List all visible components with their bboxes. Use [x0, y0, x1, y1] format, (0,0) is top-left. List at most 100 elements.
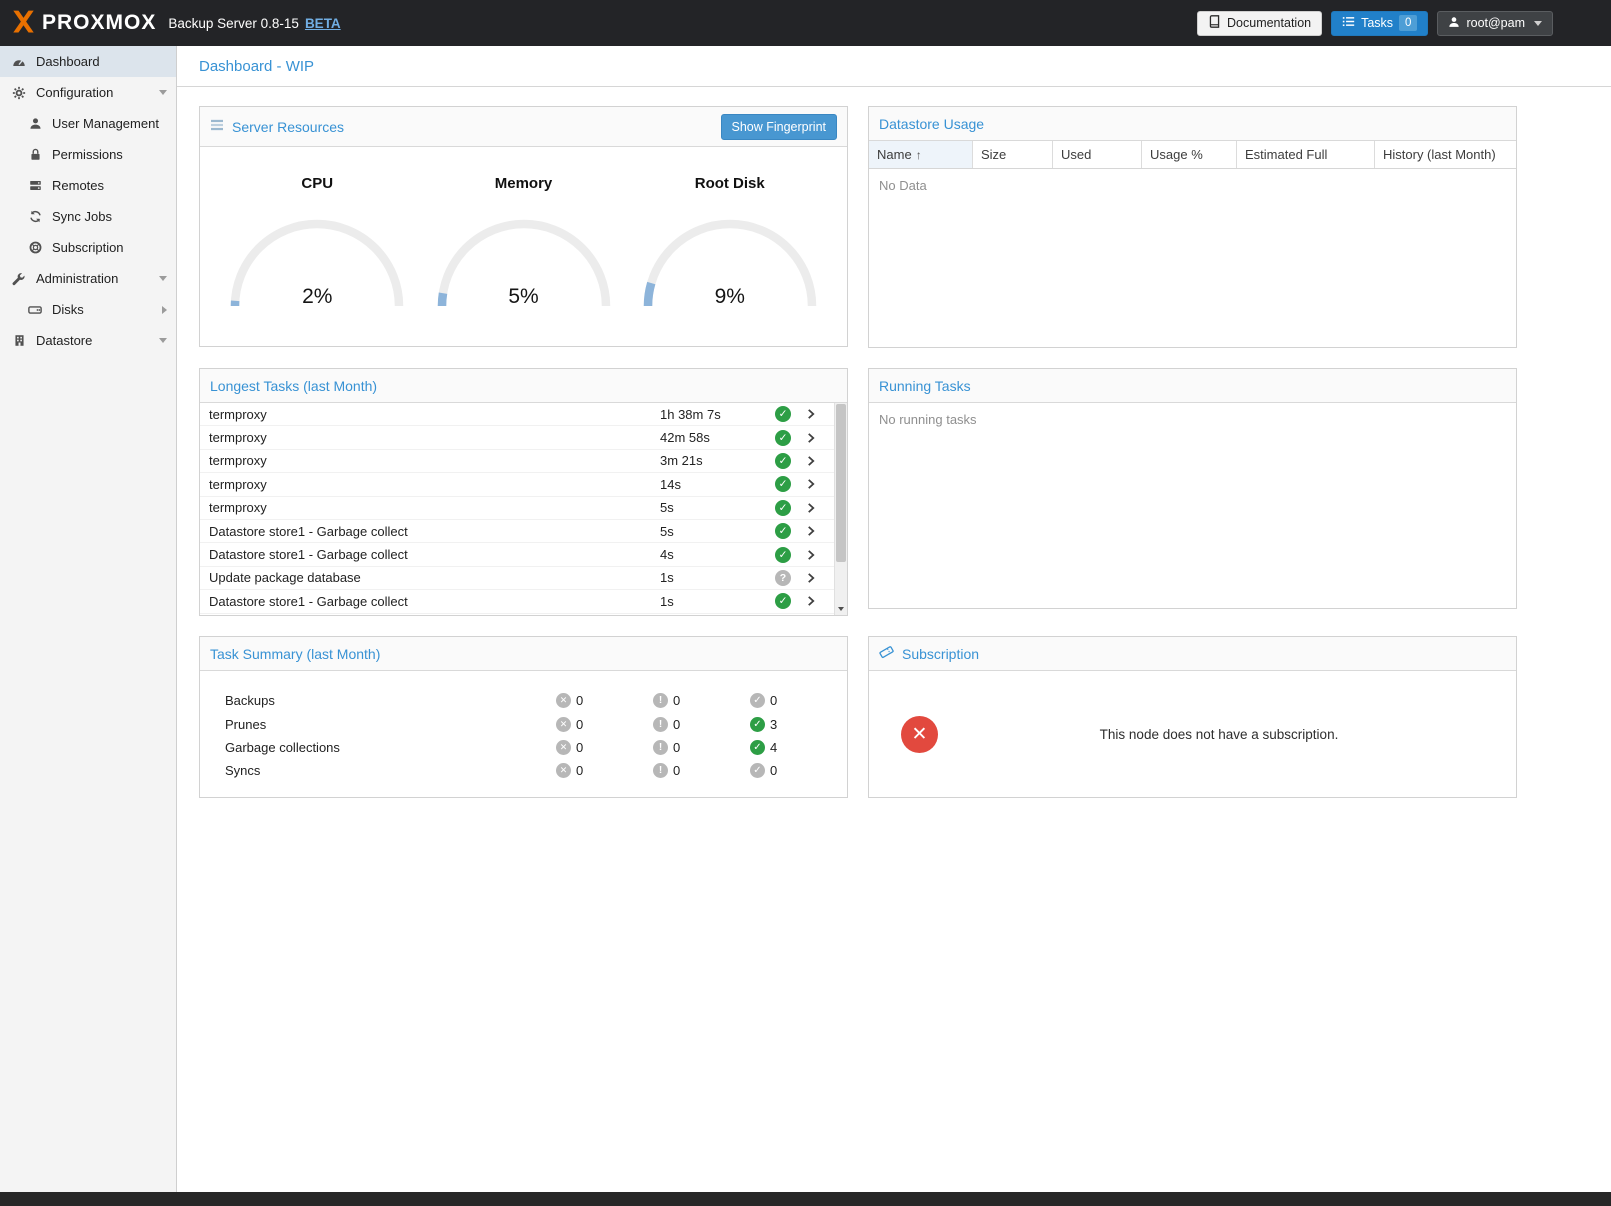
- ok-count: 3: [770, 717, 777, 732]
- task-name: Datastore store1 - Garbage collect: [209, 547, 660, 562]
- sidebar-item-label: Dashboard: [36, 54, 100, 69]
- user-menu-button[interactable]: root@pam: [1437, 11, 1553, 36]
- error-count: 0: [576, 740, 583, 755]
- scrollbar-thumb[interactable]: [836, 404, 846, 562]
- task-row[interactable]: termproxy 14s: [200, 473, 847, 496]
- summary-label: Prunes: [225, 717, 556, 732]
- sidebar-item-sync-jobs[interactable]: Sync Jobs: [0, 201, 176, 232]
- building-icon: [11, 334, 27, 347]
- caret-right-icon: [162, 306, 167, 314]
- chevron-right-icon[interactable]: [805, 432, 817, 444]
- ok-circle-icon: [750, 740, 765, 755]
- warning-circle-icon: [653, 717, 668, 732]
- sidebar-item-configuration[interactable]: Configuration: [0, 77, 176, 108]
- task-status-icon: [775, 593, 791, 609]
- show-fingerprint-button[interactable]: Show Fingerprint: [721, 114, 838, 140]
- longest-tasks-panel: Longest Tasks (last Month) termproxy 1h …: [199, 368, 848, 616]
- chevron-right-icon[interactable]: [805, 455, 817, 467]
- task-summary-body: Backups 0 0 0 Prunes 0 0 3 Garbage c: [200, 671, 847, 797]
- sidebar-item-disks[interactable]: Disks: [0, 294, 176, 325]
- task-duration: 5s: [660, 524, 775, 539]
- server-resources-header: Server Resources Show Fingerprint: [200, 107, 847, 147]
- warning-count: 0: [673, 717, 680, 732]
- documentation-button[interactable]: Documentation: [1197, 11, 1322, 36]
- task-row[interactable]: Datastore store1 - Garbage collect 4s: [200, 543, 847, 566]
- sidebar-item-dashboard[interactable]: Dashboard: [0, 46, 176, 77]
- task-row[interactable]: termproxy 3m 21s: [200, 450, 847, 473]
- chevron-right-icon[interactable]: [805, 572, 817, 584]
- task-row[interactable]: Datastore store1 - Garbage collect 1s: [200, 590, 847, 613]
- tasks-button[interactable]: Tasks 0: [1331, 11, 1428, 36]
- column-header-name[interactable]: Name: [869, 141, 973, 168]
- task-duration: 1s: [660, 570, 775, 585]
- error-circle-icon: [556, 693, 571, 708]
- beta-link[interactable]: BETA: [305, 16, 341, 31]
- summary-label: Syncs: [225, 763, 556, 778]
- task-name: termproxy: [209, 407, 660, 422]
- wrench-icon: [11, 272, 27, 286]
- task-name: termproxy: [209, 477, 660, 492]
- column-header-history[interactable]: History (last Month): [1375, 141, 1516, 168]
- chevron-right-icon[interactable]: [805, 525, 817, 537]
- chevron-right-icon[interactable]: [805, 478, 817, 490]
- column-header-estimated-full[interactable]: Estimated Full: [1237, 141, 1375, 168]
- server-resources-panel: Server Resources Show Fingerprint CPU: [199, 106, 848, 347]
- lock-icon: [27, 148, 43, 161]
- sidebar-item-label: Permissions: [52, 147, 123, 162]
- sidebar-item-permissions[interactable]: Permissions: [0, 139, 176, 170]
- sidebar-item-user-management[interactable]: User Management: [0, 108, 176, 139]
- sidebar: Dashboard Configuration User Management: [0, 46, 177, 1192]
- chevron-right-icon[interactable]: [805, 408, 817, 420]
- warning-circle-icon: [653, 740, 668, 755]
- ticket-icon: [879, 645, 894, 662]
- task-row[interactable]: termproxy 42m 58s: [200, 426, 847, 449]
- panel-title: Task Summary (last Month): [210, 646, 380, 662]
- sidebar-item-remotes[interactable]: Remotes: [0, 170, 176, 201]
- proxmox-x-icon: [10, 9, 37, 37]
- product-version-label: Backup Server 0.8-15: [168, 16, 299, 31]
- task-duration: 1h 38m 7s: [660, 407, 775, 422]
- task-row[interactable]: termproxy 5s: [200, 497, 847, 520]
- sidebar-item-administration[interactable]: Administration: [0, 263, 176, 294]
- task-name: Datastore store1 - Garbage collect: [209, 524, 660, 539]
- task-summary-panel: Task Summary (last Month) Backups 0 0 0 …: [199, 636, 848, 798]
- hdd-icon: [27, 303, 43, 317]
- root-disk-gauge: Root Disk 9%: [635, 175, 825, 310]
- error-count: 0: [576, 693, 583, 708]
- sidebar-item-datastore[interactable]: Datastore: [0, 325, 176, 356]
- error-circle-icon: [556, 717, 571, 732]
- ok-count: 0: [770, 693, 777, 708]
- task-duration: 14s: [660, 477, 775, 492]
- chevron-right-icon[interactable]: [805, 549, 817, 561]
- scrollbar-track[interactable]: [834, 403, 847, 615]
- gauge-label: Memory: [429, 175, 619, 192]
- task-status-icon: [775, 500, 791, 516]
- gauge-value: 9%: [640, 285, 820, 309]
- column-header-usage-pct[interactable]: Usage %: [1142, 141, 1237, 168]
- proxmox-logo[interactable]: PROXMOX: [10, 9, 156, 37]
- ok-circle-icon: [750, 763, 765, 778]
- sidebar-item-label: Sync Jobs: [52, 209, 112, 224]
- column-header-used[interactable]: Used: [1053, 141, 1142, 168]
- column-header-size[interactable]: Size: [973, 141, 1053, 168]
- datastore-table-header: Name Size Used Usage % Estimated Full Hi…: [869, 141, 1516, 169]
- chevron-right-icon[interactable]: [805, 502, 817, 514]
- sidebar-item-label: Configuration: [36, 85, 113, 100]
- gauges-row: CPU 2% Memory: [200, 147, 847, 346]
- task-row[interactable]: Update package database 1s: [200, 567, 847, 590]
- task-row[interactable]: Datastore store1 - Garbage collect 5s: [200, 520, 847, 543]
- sync-icon: [27, 210, 43, 223]
- caret-down-icon: [1534, 21, 1542, 26]
- subscription-header: Subscription: [869, 637, 1516, 671]
- warning-circle-icon: [653, 763, 668, 778]
- task-row[interactable]: termproxy 1h 38m 7s: [200, 403, 847, 426]
- sidebar-item-subscription[interactable]: Subscription: [0, 232, 176, 263]
- warning-count: 0: [673, 763, 680, 778]
- user-icon: [27, 117, 43, 130]
- sort-asc-icon: [916, 147, 922, 162]
- chevron-right-icon[interactable]: [805, 595, 817, 607]
- task-duration: 4s: [660, 547, 775, 562]
- scrollbar-down-button[interactable]: [835, 602, 847, 615]
- warning-count: 0: [673, 693, 680, 708]
- dashboard-grid: Server Resources Show Fingerprint CPU: [177, 87, 1611, 818]
